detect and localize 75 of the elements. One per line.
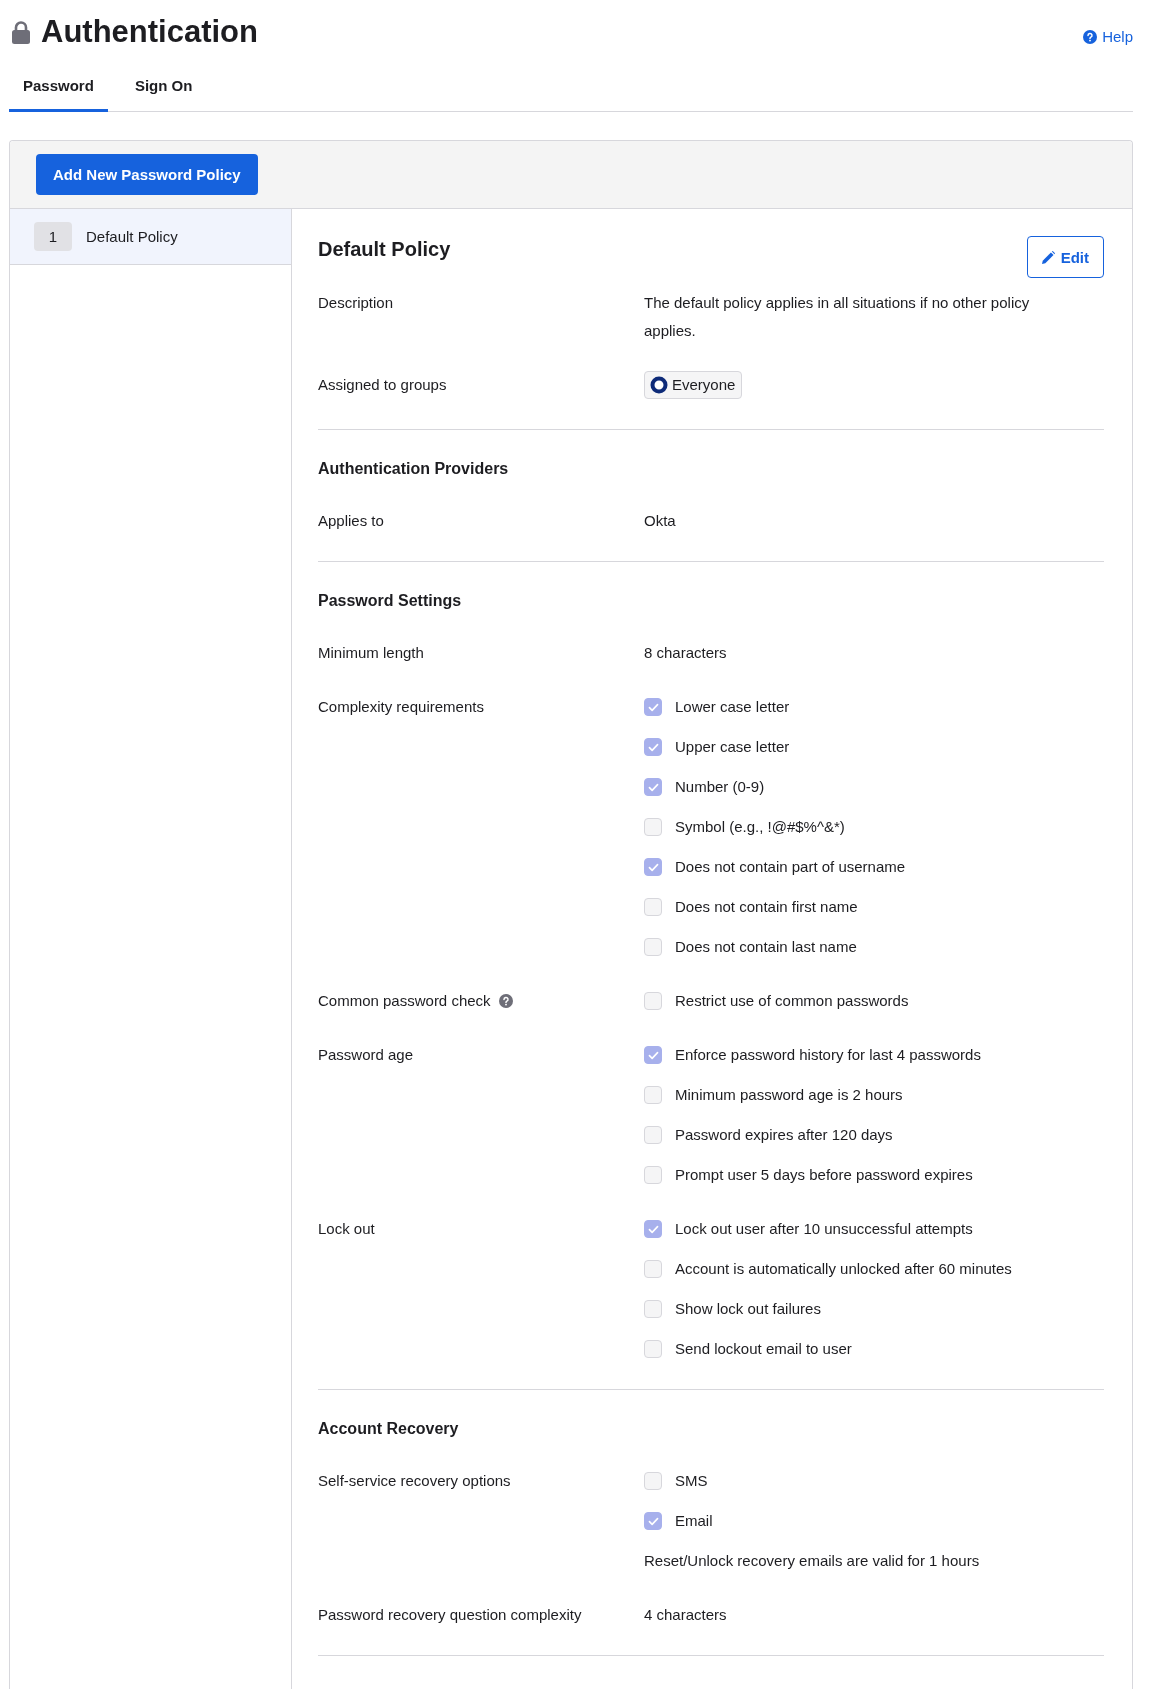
checkbox-label: Email [675,1511,713,1531]
checkbox-label: Does not contain first name [675,897,858,917]
help-link[interactable]: Help [1083,28,1133,46]
checkbox[interactable] [644,778,662,796]
tab[interactable]: Sign On [120,62,207,112]
policy-list-item[interactable]: 1 Default Policy [10,209,291,265]
checkbox-label: Show lock out failures [675,1299,821,1319]
policy-title: Default Policy [318,237,451,262]
checkbox-label: Restrict use of common passwords [675,991,909,1011]
checkbox[interactable] [644,1046,662,1064]
checkbox[interactable] [644,698,662,716]
field-label: Self-service recovery options [318,1471,511,1491]
checkbox[interactable] [644,992,662,1010]
check-icon [647,1224,659,1234]
page-title: Authentication [41,14,258,50]
checkbox[interactable] [644,898,662,916]
section-heading: Account Recovery [318,1419,460,1439]
group-name: Everyone [672,375,736,395]
field-label: Minimum length [318,643,424,663]
checkbox-label: Does not contain part of username [675,857,906,877]
checkbox-label: Lower case letter [675,697,790,717]
check-icon [647,1050,659,1060]
checkbox-label: Enforce password history for last 4 passwords [675,1045,981,1065]
checkbox[interactable] [644,938,662,956]
checkbox-label: Send lockout email to user [675,1339,852,1359]
add-policy-button[interactable]: Add New Password Policy [36,154,258,195]
field-value: The default policy applies in all situations if no other policy applies. [644,293,1031,341]
checkbox[interactable] [644,1126,662,1144]
field-label: Complexity requirements [318,697,484,717]
field-label: Description [318,293,394,313]
check-icon [647,782,659,792]
section-heading: Password Settings [318,591,463,611]
checkbox[interactable] [644,738,662,756]
check-icon [647,702,659,712]
checkbox-label: Does not contain last name [675,937,857,957]
field-label: Common password check [318,991,491,1011]
checkbox[interactable] [644,1260,662,1278]
note-text: Reset/Unlock recovery emails are valid for 1 hours [644,1551,981,1571]
check-icon [647,1516,659,1526]
field-value: 8 characters [644,643,728,663]
checkbox-label: Account is automatically unlocked after 60 minutes [675,1259,1012,1279]
tab[interactable]: Password [9,62,108,112]
checkbox-label: Password expires after 120 days [675,1125,893,1145]
check-icon [647,862,659,872]
checkbox[interactable] [644,818,662,836]
field-value: 4 characters [644,1605,728,1625]
rank-badge: 1 [34,222,72,251]
field-label: Lock out [318,1219,375,1239]
checkbox-label: SMS [675,1471,708,1491]
checkbox[interactable] [644,858,662,876]
checkbox-label: Prompt user 5 days before password expires [675,1165,973,1185]
checkbox[interactable] [644,1220,662,1238]
checkbox-label: Upper case letter [675,737,790,757]
checkbox-label: Symbol (e.g., !@#$%^&*) [675,817,845,837]
checkbox-label: Number (0-9) [675,777,765,797]
field-label: Password age [318,1045,414,1065]
checkbox[interactable] [644,1166,662,1184]
field-label: Password recovery question complexity [318,1605,582,1625]
edit-button[interactable]: Edit [1026,236,1104,278]
checkbox[interactable] [644,1512,662,1530]
field-value: Okta [644,511,677,531]
pencil-icon [1041,250,1055,264]
field-label: Assigned to groups [318,375,447,395]
lock-icon [12,20,30,44]
check-icon [647,742,659,752]
section-heading: Authentication Providers [318,459,510,479]
checkbox[interactable] [644,1300,662,1318]
field-label: Applies to [318,511,384,531]
checkbox[interactable] [644,1086,662,1104]
checkbox[interactable] [644,1472,662,1490]
checkbox[interactable] [644,1340,662,1358]
help-icon [1083,30,1098,44]
checkbox-label: Minimum password age is 2 hours [675,1085,903,1105]
ring-icon [650,376,668,394]
checkbox-label: Lock out user after 10 unsuccessful attempts [675,1219,973,1239]
